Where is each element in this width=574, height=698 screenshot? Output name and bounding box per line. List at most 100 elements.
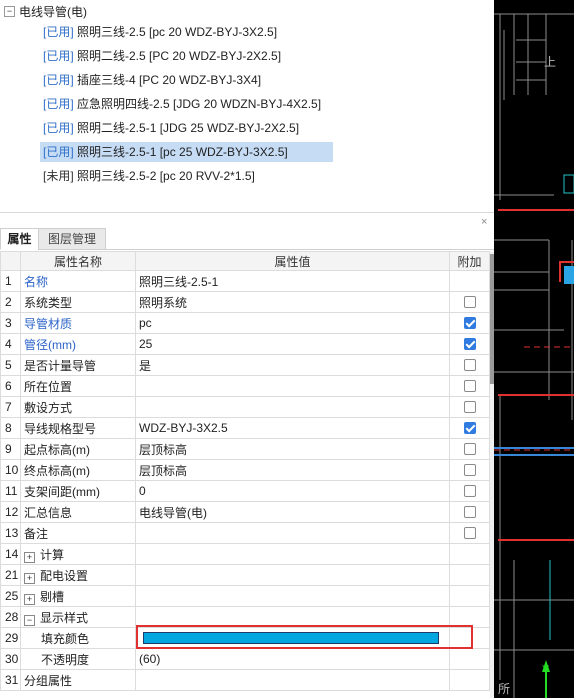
- property-value-cell[interactable]: [135, 585, 450, 607]
- extra-cell: [449, 543, 490, 565]
- attach-checkbox[interactable]: [463, 401, 476, 413]
- cad-text-top: 上: [544, 55, 556, 69]
- property-row[interactable]: 21 + 配电设置: [0, 564, 490, 586]
- property-value-cell[interactable]: 是: [135, 354, 450, 376]
- attach-checkbox[interactable]: [463, 359, 476, 371]
- tree-item[interactable]: [已用] 照明三线-2.5-1 [pc 25 WDZ-BYJ-3X2.5]: [40, 142, 333, 162]
- property-value-cell[interactable]: [135, 522, 450, 544]
- property-row[interactable]: 29 填充颜色: [0, 627, 490, 649]
- tree-root[interactable]: − 电线导管(电): [4, 3, 87, 19]
- extra-cell: [449, 375, 490, 397]
- property-row[interactable]: 7 敷设方式: [0, 396, 490, 418]
- expand-icon[interactable]: +: [24, 572, 35, 584]
- property-row[interactable]: 3 导管材质 pc: [0, 312, 490, 334]
- extra-cell: [449, 564, 490, 586]
- attach-checkbox[interactable]: [463, 422, 476, 434]
- property-value-cell[interactable]: [135, 543, 450, 565]
- property-value-cell[interactable]: 25: [135, 333, 450, 355]
- property-row[interactable]: 30 不透明度 (60): [0, 648, 490, 670]
- property-name-cell: 敷设方式: [20, 396, 136, 418]
- tree-item-status: [未用]: [43, 169, 74, 183]
- property-row[interactable]: 31 分组属性: [0, 669, 490, 691]
- property-value-cell[interactable]: 电线导管(电): [135, 501, 450, 523]
- property-name-cell: 是否计量导管: [20, 354, 136, 376]
- tab-layer-management[interactable]: 图层管理: [38, 228, 106, 250]
- row-number: 5: [0, 354, 21, 376]
- property-name: 起点标高(m): [24, 442, 90, 457]
- property-value-cell[interactable]: [135, 396, 450, 418]
- attach-checkbox[interactable]: [463, 464, 476, 476]
- property-row[interactable]: 12 汇总信息 电线导管(电): [0, 501, 490, 523]
- property-row[interactable]: 11 支架间距(mm) 0: [0, 480, 490, 502]
- property-value-cell[interactable]: 层顶标高: [135, 459, 450, 481]
- property-value-cell[interactable]: (60): [135, 648, 450, 670]
- property-value-cell[interactable]: [135, 564, 450, 586]
- property-value-cell[interactable]: [135, 606, 450, 628]
- tab-properties[interactable]: 属性: [0, 228, 39, 250]
- property-value: WDZ-BYJ-3X2.5: [139, 421, 228, 435]
- attach-checkbox[interactable]: [463, 506, 476, 518]
- attach-checkbox[interactable]: [463, 485, 476, 497]
- property-row[interactable]: 13 备注: [0, 522, 490, 544]
- property-name-cell: 支架间距(mm): [20, 480, 136, 502]
- property-row[interactable]: 5 是否计量导管 是: [0, 354, 490, 376]
- tree-item[interactable]: [未用] 照明三线-2.5-2 [pc 20 RVV-2*1.5]: [40, 166, 258, 186]
- expand-icon[interactable]: +: [24, 593, 35, 605]
- property-value-cell[interactable]: 层顶标高: [135, 438, 450, 460]
- tree-item[interactable]: [已用] 插座三线-4 [PC 20 WDZ-BYJ-3X4]: [40, 70, 264, 90]
- extra-cell: [449, 480, 490, 502]
- tree-item[interactable]: [已用] 应急照明四线-2.5 [JDG 20 WDZN-BYJ-4X2.5]: [40, 94, 324, 114]
- fill-color-swatch[interactable]: [143, 632, 439, 644]
- y-axis-label: Y: [542, 664, 550, 676]
- collapse-icon[interactable]: −: [24, 614, 35, 626]
- row-number: 25: [0, 585, 21, 607]
- extra-cell: [449, 312, 490, 334]
- cad-canvas[interactable]: Y 上 所: [494, 0, 574, 698]
- attach-checkbox[interactable]: [463, 338, 476, 350]
- attach-checkbox[interactable]: [463, 443, 476, 455]
- splitter[interactable]: [0, 212, 494, 213]
- property-row[interactable]: 2 系统类型 照明系统: [0, 291, 490, 313]
- tree-item-label: 照明二线-2.5 [PC 20 WDZ-BYJ-2X2.5]: [77, 49, 282, 63]
- extra-cell: [449, 417, 490, 439]
- property-value-cell[interactable]: [135, 375, 450, 397]
- property-value-cell[interactable]: [135, 627, 450, 649]
- property-name: 系统类型: [24, 295, 73, 310]
- tree-item[interactable]: [已用] 照明三线-2.5 [pc 20 WDZ-BYJ-3X2.5]: [40, 22, 280, 42]
- property-value-cell[interactable]: 照明三线-2.5-1: [135, 270, 450, 292]
- close-icon[interactable]: ×: [481, 216, 487, 228]
- property-row[interactable]: 10 终点标高(m) 层顶标高: [0, 459, 490, 481]
- property-row[interactable]: 1 名称 照明三线-2.5-1: [0, 270, 490, 292]
- tree-item[interactable]: [已用] 照明二线-2.5-1 [JDG 25 WDZ-BYJ-2X2.5]: [40, 118, 302, 138]
- property-name-cell: + 剔槽: [20, 585, 136, 607]
- property-name: 配电设置: [40, 568, 89, 583]
- property-value-cell[interactable]: 照明系统: [135, 291, 450, 313]
- row-number: 8: [0, 417, 21, 439]
- property-row[interactable]: 25 + 剔槽: [0, 585, 490, 607]
- property-value-cell[interactable]: pc: [135, 312, 450, 334]
- attach-checkbox[interactable]: [463, 317, 476, 329]
- property-name: 填充颜色: [41, 631, 90, 646]
- extra-cell: [449, 438, 490, 460]
- attach-checkbox[interactable]: [463, 296, 476, 308]
- expand-icon[interactable]: +: [24, 551, 35, 563]
- property-name-cell: + 计算: [20, 543, 136, 565]
- collapse-icon[interactable]: −: [4, 5, 15, 17]
- property-row[interactable]: 4 管径(mm) 25: [0, 333, 490, 355]
- tree-item[interactable]: [已用] 照明二线-2.5 [PC 20 WDZ-BYJ-2X2.5]: [40, 46, 284, 66]
- property-name-cell: 所在位置: [20, 375, 136, 397]
- row-number: 1: [0, 270, 21, 292]
- attach-checkbox[interactable]: [463, 527, 476, 539]
- property-value-cell[interactable]: [135, 669, 450, 691]
- property-value-cell[interactable]: 0: [135, 480, 450, 502]
- header-name: 属性名称: [20, 251, 136, 271]
- property-row[interactable]: 28− 显示样式: [0, 606, 490, 628]
- property-row[interactable]: 8 导线规格型号 WDZ-BYJ-3X2.5: [0, 417, 490, 439]
- property-value-cell[interactable]: WDZ-BYJ-3X2.5: [135, 417, 450, 439]
- property-row[interactable]: 6 所在位置: [0, 375, 490, 397]
- property-row[interactable]: 14 + 计算: [0, 543, 490, 565]
- property-name: 管径(mm): [24, 337, 76, 352]
- property-row[interactable]: 9 起点标高(m) 层顶标高: [0, 438, 490, 460]
- cad-drawing: Y 上 所: [494, 13, 574, 698]
- attach-checkbox[interactable]: [463, 380, 476, 392]
